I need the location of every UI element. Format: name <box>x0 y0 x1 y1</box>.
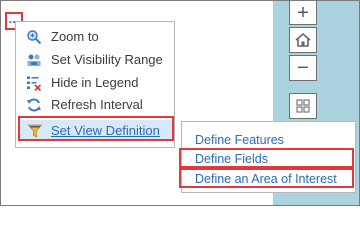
zoom-in-label: + <box>297 1 309 24</box>
menu-item-set-visibility-range[interactable]: Set Visibility Range <box>16 49 174 70</box>
home-icon <box>295 32 311 47</box>
menu-item-refresh-interval[interactable]: Refresh Interval <box>16 94 174 115</box>
menu-item-hide-in-legend[interactable]: Hide in Legend <box>16 72 174 93</box>
menu-item-label: Hide in Legend <box>51 75 139 90</box>
refresh-icon <box>27 98 41 112</box>
submenu-item-define-features[interactable]: Define Features <box>195 133 284 147</box>
home-button[interactable] <box>289 27 317 53</box>
zoom-to-icon <box>27 30 42 45</box>
zoom-in-button[interactable]: + <box>289 1 317 25</box>
basemap-gallery-button[interactable] <box>289 93 317 119</box>
submenu-item-define-fields[interactable]: Define Fields <box>195 152 268 166</box>
zoom-out-button[interactable]: − <box>289 55 317 81</box>
menu-item-label: Set View Definition <box>51 123 160 138</box>
menu-item-label: Zoom to <box>51 29 99 44</box>
visibility-range-icon <box>27 54 41 66</box>
grid-icon <box>296 99 310 113</box>
hide-in-legend-icon <box>27 76 42 91</box>
submenu-item-define-area-of-interest[interactable]: Define an Area of Interest <box>195 172 337 186</box>
zoom-out-label: − <box>297 57 309 79</box>
menu-item-zoom-to[interactable]: Zoom to <box>16 26 174 47</box>
menu-item-set-view-definition[interactable]: Set View Definition <box>19 120 173 141</box>
menu-item-label: Set Visibility Range <box>51 52 163 67</box>
filter-icon <box>27 124 43 138</box>
layer-context-menu: Zoom to Set Visibility Range Hide in Leg… <box>15 21 175 148</box>
view-definition-submenu: Define Features Define Fields Define an … <box>181 121 356 193</box>
app-frame: + − ... Zoom to Set Visibility Range Hid… <box>0 0 360 206</box>
menu-item-label: Refresh Interval <box>51 97 143 112</box>
